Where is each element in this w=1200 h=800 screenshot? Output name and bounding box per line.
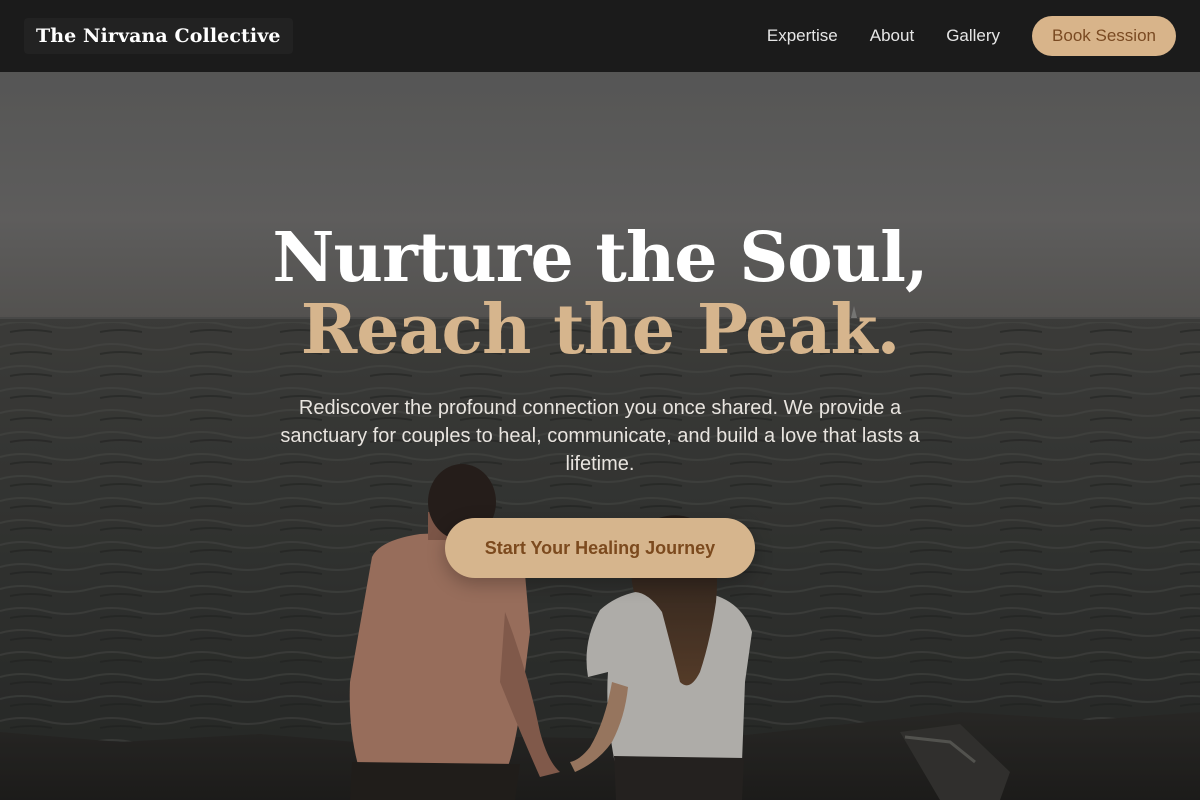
top-navbar: The Nirvana Collective Expertise About G… — [0, 0, 1200, 72]
headline-accent: Reach the Peak. — [300, 290, 901, 370]
book-session-button[interactable]: Book Session — [1032, 16, 1176, 56]
brand-logo[interactable]: The Nirvana Collective — [24, 18, 293, 54]
nav-links: Expertise About Gallery Book Session — [767, 0, 1176, 72]
hero-content: Nurture the Soul, Reach the Peak. Redisc… — [0, 222, 1200, 578]
nav-link-about[interactable]: About — [870, 26, 914, 46]
hero-subtitle: Rediscover the profound connection you o… — [280, 397, 920, 475]
hero-section: Nurture the Soul, Reach the Peak. Redisc… — [0, 72, 1200, 800]
nav-link-expertise[interactable]: Expertise — [767, 26, 838, 46]
nav-link-gallery[interactable]: Gallery — [946, 26, 1000, 46]
start-healing-journey-button[interactable]: Start Your Healing Journey — [444, 518, 756, 578]
headline-main: Nurture the Soul, — [272, 218, 928, 298]
hero-headline: Nurture the Soul, Reach the Peak. — [170, 222, 1030, 366]
